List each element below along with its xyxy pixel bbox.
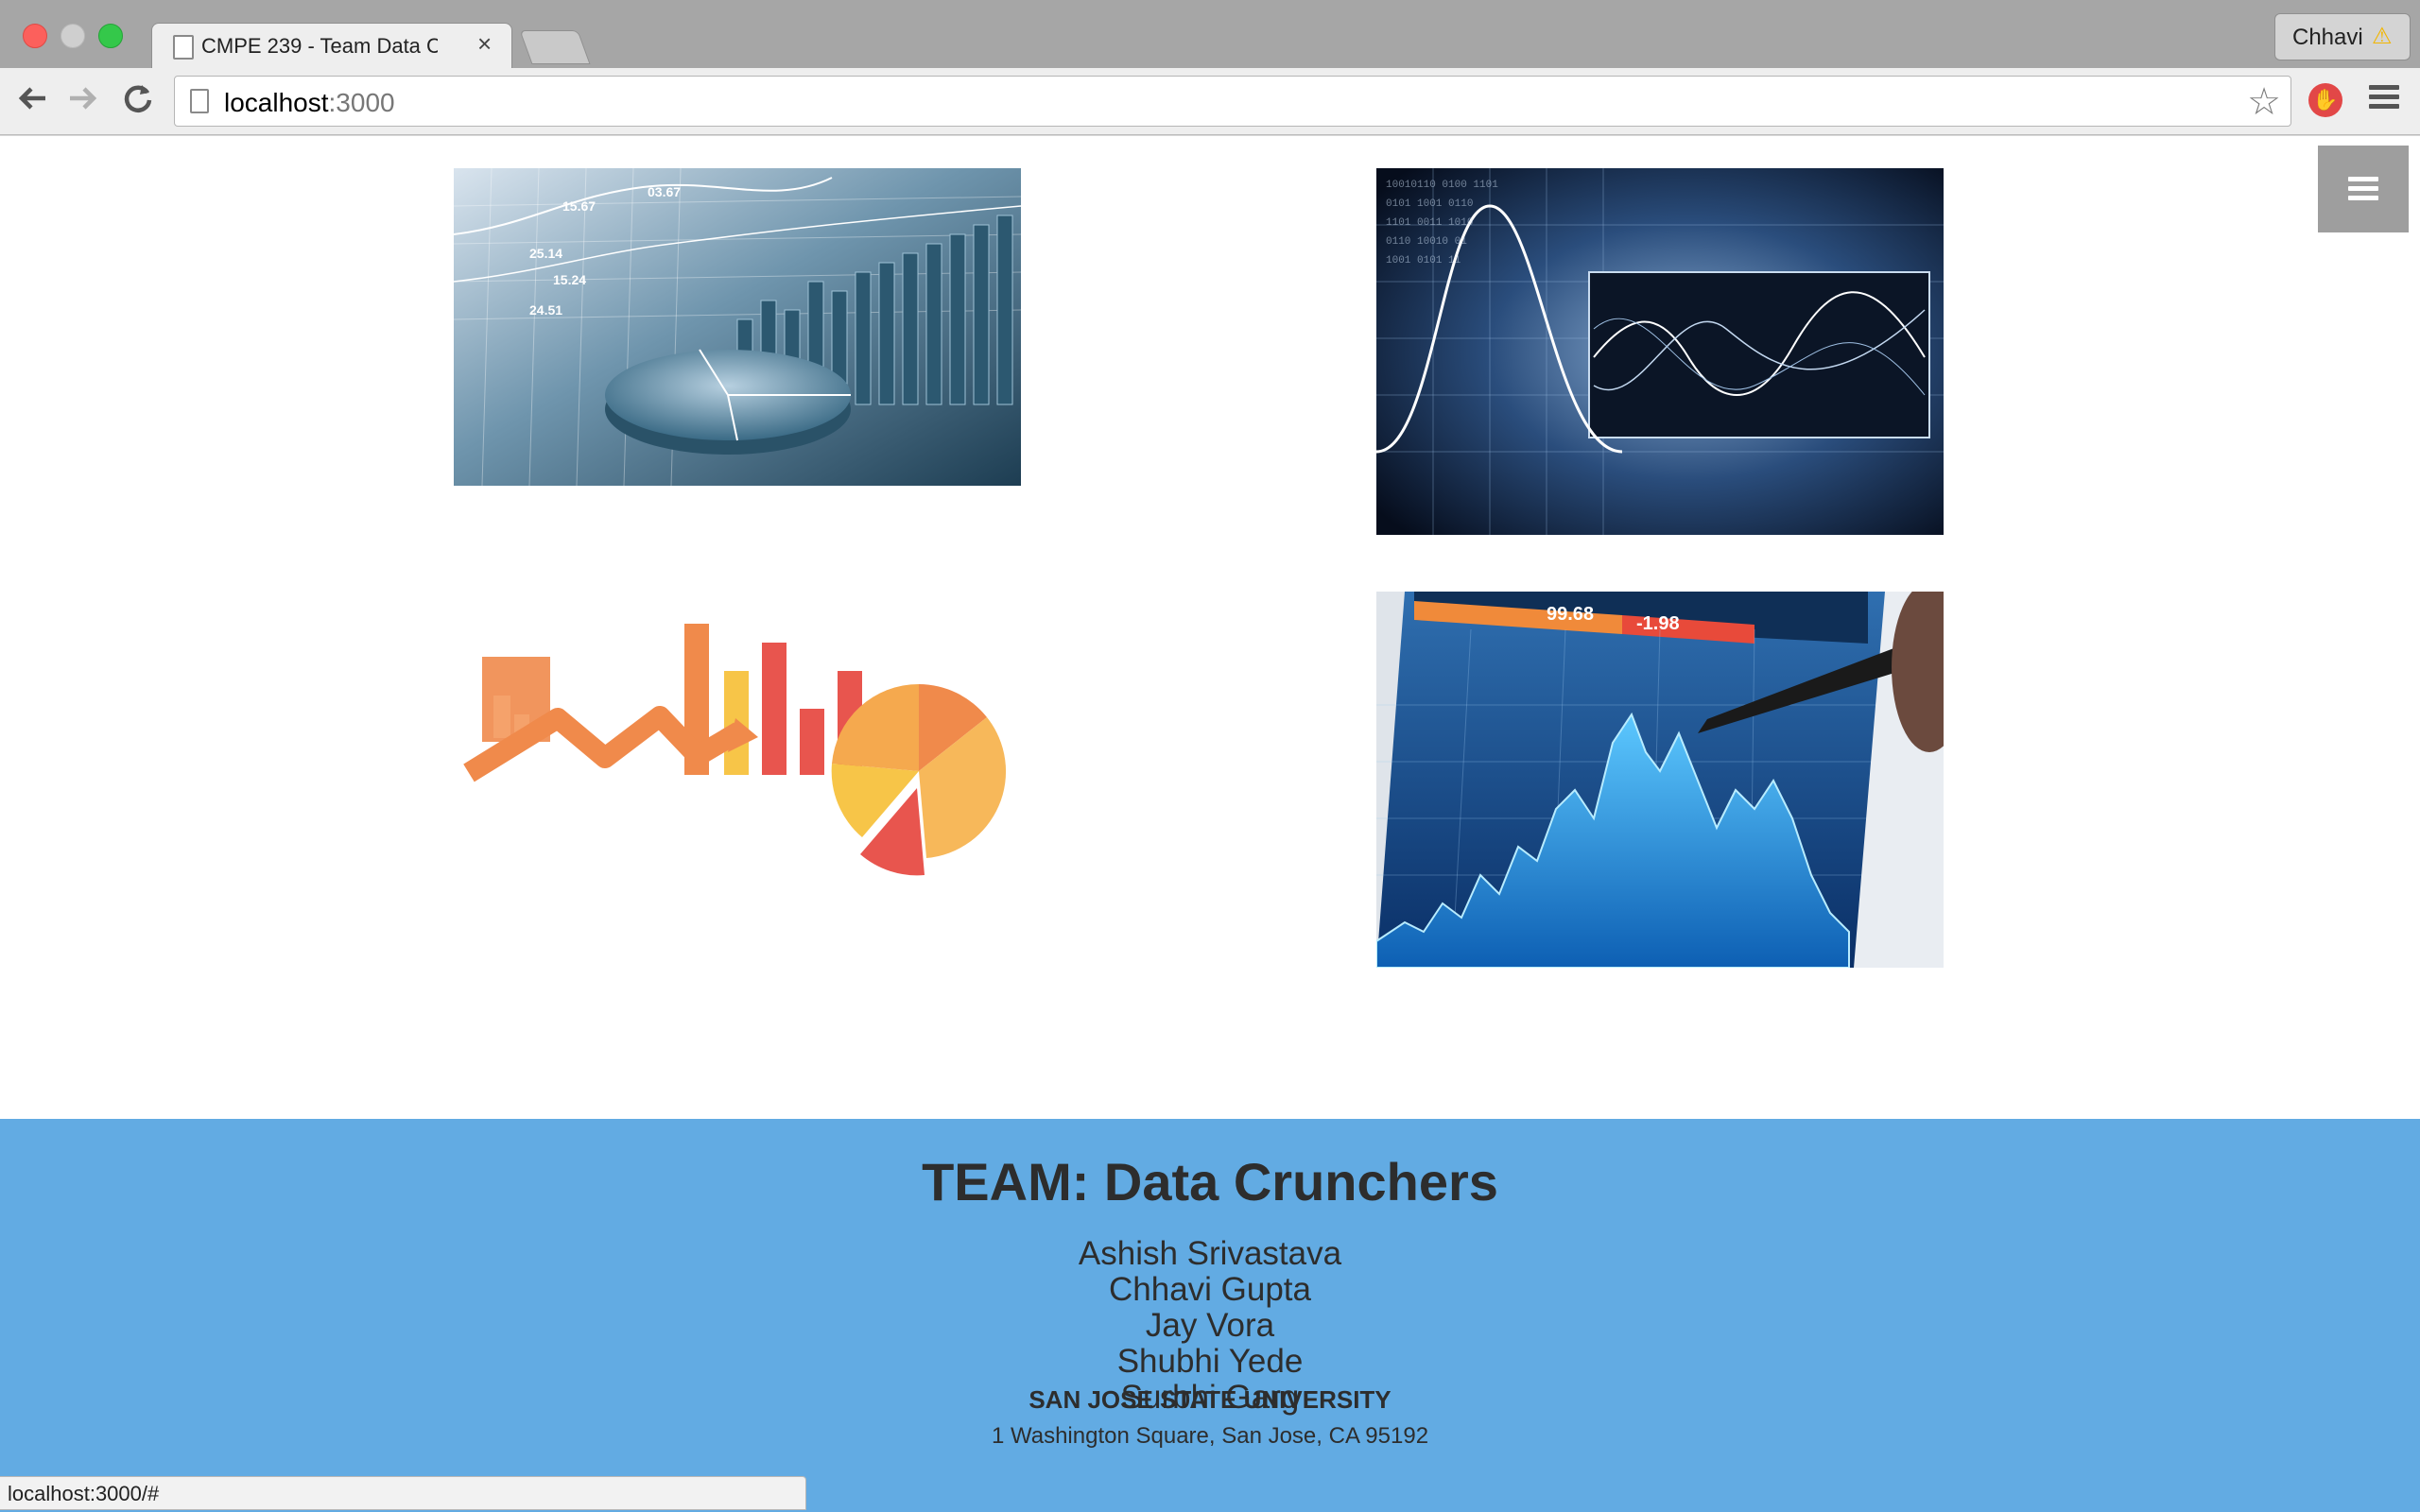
- financial-chart-3d-image: 15.67 03.67 25.14 15.24 24.51: [454, 168, 1021, 486]
- svg-text:0110 10010 01: 0110 10010 01: [1386, 236, 1467, 248]
- url-host: localhost: [224, 88, 329, 117]
- svg-text:1101 0011 1010: 1101 0011 1010: [1386, 217, 1473, 229]
- chart-label: 25.14: [529, 246, 562, 261]
- svg-text:1001 0101 11: 1001 0101 11: [1386, 255, 1461, 266]
- browser-menu-icon[interactable]: [2369, 81, 2399, 113]
- tab-close-icon[interactable]: ×: [477, 29, 492, 59]
- reload-icon[interactable]: [121, 81, 155, 123]
- chart-label: 15.24: [553, 272, 586, 287]
- tab-title: CMPE 239 - Team Data Crunchers: [201, 34, 438, 58]
- warning-icon: ⚠: [2372, 24, 2393, 49]
- page-icon: [190, 89, 209, 113]
- svg-text:10010110 0100 1101: 10010110 0100 1101: [1386, 180, 1498, 191]
- tab-strip: CMPE 239 - Team Data Crunchers × Chhavi …: [0, 0, 2420, 69]
- chart-label: 99.68: [1547, 604, 1594, 625]
- stock-chart-pen-image: -1.98 99.68: [1376, 592, 1944, 968]
- browser-chrome: CMPE 239 - Team Data Crunchers × Chhavi …: [0, 0, 2420, 136]
- team-member: Shubhi Yede: [1116, 1343, 1304, 1380]
- university-name: SAN JOSE STATE UNIVERSITY: [1028, 1385, 1392, 1414]
- back-arrow-icon[interactable]: [15, 81, 49, 123]
- window-maximize-button[interactable]: [98, 24, 123, 48]
- adblock-extension-icon[interactable]: ✋: [2308, 83, 2342, 117]
- profile-name: Chhavi: [2292, 25, 2363, 50]
- profile-button[interactable]: Chhavi ⚠: [2274, 13, 2411, 60]
- chart-label: -1.98: [1636, 613, 1680, 634]
- status-url: localhost:3000/#: [8, 1482, 160, 1505]
- page-icon: [173, 35, 194, 60]
- browser-toolbar: localhost:3000 ☆ ✋: [0, 68, 2420, 135]
- chart-label: 15.67: [562, 198, 596, 214]
- digital-wave-graph-image: 10010110 0100 1101 0101 1001 0110 1101 001…: [1376, 168, 1944, 535]
- active-tab[interactable]: CMPE 239 - Team Data Crunchers ×: [151, 23, 512, 69]
- bookmark-star-icon[interactable]: ☆: [2247, 80, 2281, 124]
- team-member: Chhavi Gupta: [1108, 1271, 1312, 1308]
- window-minimize-button[interactable]: [60, 24, 85, 48]
- hamburger-menu-button[interactable]: [2318, 146, 2409, 232]
- new-tab-button[interactable]: [519, 30, 591, 64]
- url-port: :3000: [328, 88, 395, 117]
- team-member: Ashish Srivastava: [1078, 1235, 1342, 1272]
- url-text: localhost:3000: [224, 88, 395, 118]
- page-content: 15.67 03.67 25.14 15.24 24.51 10010110 0…: [0, 136, 2420, 1512]
- orange-infographic-chart-image: [454, 592, 1021, 1009]
- team-title: TEAM: Data Crunchers: [922, 1152, 1498, 1211]
- chart-label: 24.51: [529, 302, 562, 318]
- forward-arrow-icon[interactable]: [66, 81, 100, 123]
- status-bar: localhost:3000/#: [0, 1476, 806, 1510]
- window-close-button[interactable]: [23, 24, 47, 48]
- chart-label: 03.67: [648, 184, 681, 199]
- team-member: Jay Vora: [1145, 1307, 1275, 1344]
- footer: TEAM: Data Crunchers Ashish Srivastava C…: [0, 1119, 2420, 1512]
- svg-text:0101 1001 0110: 0101 1001 0110: [1386, 198, 1473, 210]
- address-bar[interactable]: localhost:3000 ☆: [174, 76, 2291, 127]
- university-address: 1 Washington Square, San Jose, CA 95192: [991, 1423, 1429, 1449]
